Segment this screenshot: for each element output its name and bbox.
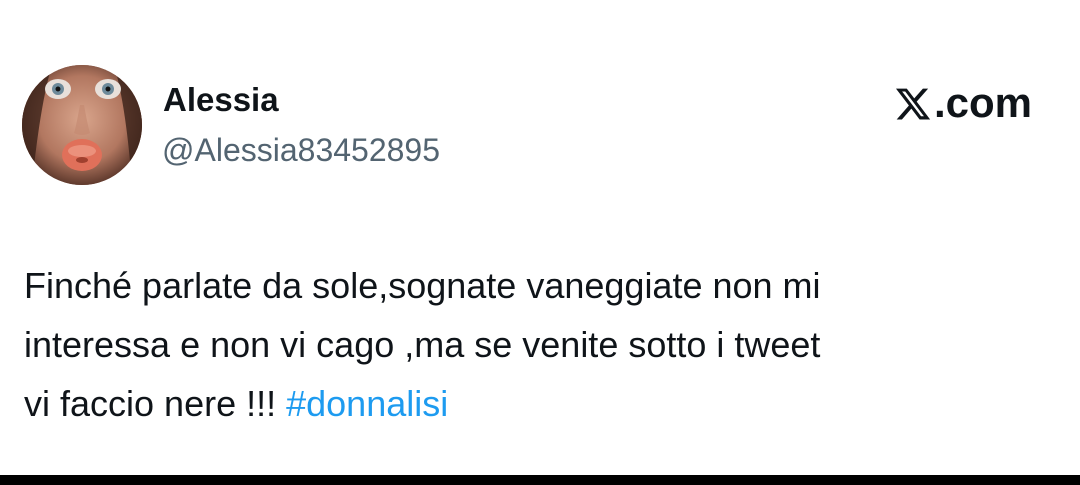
x-logo-icon — [894, 84, 932, 122]
brand-watermark: .com — [894, 78, 1032, 128]
tweet-text-line-3: vi faccio nere !!! #donnalisi — [24, 374, 1054, 433]
tweet-text-line-3-body: vi faccio nere !!! — [24, 383, 287, 424]
brand-suffix: .com — [933, 79, 1032, 126]
avatar-image — [22, 65, 142, 185]
tweet-text-line-1: Finché parlate da sole,sognate vaneggiat… — [24, 265, 821, 306]
tweet-card: Alessia @Alessia83452895 .com Finché par… — [0, 0, 1080, 475]
tweet-text-line-2: interessa e non vi cago ,ma se venite so… — [24, 324, 821, 365]
avatar[interactable] — [22, 65, 142, 185]
author-display-name[interactable]: Alessia — [163, 78, 279, 122]
tweet-text: Finché parlate da sole,sognate vaneggiat… — [24, 256, 1054, 433]
author-handle[interactable]: @Alessia83452895 — [162, 128, 440, 172]
hashtag-link[interactable]: #donnalisi — [286, 383, 448, 424]
bottom-bar — [0, 475, 1080, 485]
